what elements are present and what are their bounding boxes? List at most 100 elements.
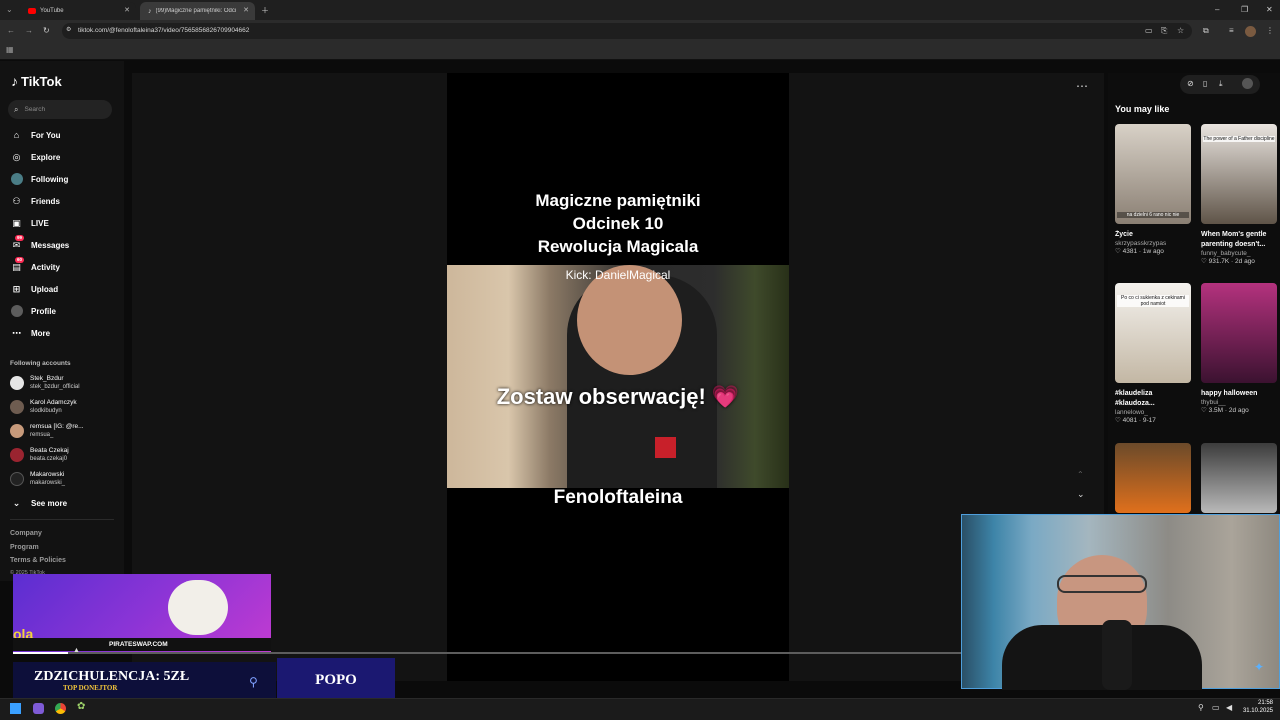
minimize-icon[interactable]: – bbox=[1215, 5, 1219, 14]
footer-program[interactable]: Program bbox=[10, 544, 39, 551]
nav-for-you[interactable]: ⌂ For You bbox=[10, 126, 61, 144]
recommended-video-thumbnail[interactable]: na dzielni 6 rano nic nie bbox=[1115, 124, 1191, 224]
nav-label: Explore bbox=[31, 152, 61, 162]
menu-kebab-icon[interactable]: ⋮ bbox=[1266, 26, 1274, 35]
maximize-icon[interactable]: ❐ bbox=[1241, 5, 1248, 14]
avatar bbox=[10, 424, 24, 438]
forward-icon[interactable]: → bbox=[25, 26, 33, 35]
footer-company[interactable]: Company bbox=[10, 530, 42, 537]
nav-live[interactable]: ▣ LIVE bbox=[10, 214, 49, 232]
profile-avatar-icon[interactable] bbox=[1242, 78, 1253, 89]
footer-terms[interactable]: Terms & Policies bbox=[10, 557, 66, 564]
back-icon[interactable]: ← bbox=[7, 26, 15, 35]
tab-tiktok[interactable]: ♪ (99)Magiczne pamiętniki: Odci ✕ bbox=[140, 2, 255, 20]
recommended-video-meta[interactable]: happy halloween thybui__ ♡ 3.5M · 2d ago bbox=[1201, 389, 1277, 414]
chevron-up-icon[interactable]: ⌃ bbox=[1077, 470, 1084, 479]
site-info-icon[interactable]: ⚙ bbox=[66, 26, 71, 33]
likes-count: 4081 bbox=[1122, 417, 1138, 424]
recommended-video-meta[interactable]: When Mom's gentle parenting doesn't... fu… bbox=[1201, 230, 1277, 265]
app-icon[interactable]: ✿ bbox=[77, 701, 85, 712]
following-account[interactable]: Stek_Bzdur stek_bzdur_official bbox=[10, 371, 80, 395]
clock-time[interactable]: 21:58 bbox=[1241, 700, 1273, 706]
clock-date[interactable]: 31.10.2025 bbox=[1231, 708, 1273, 714]
new-tab-icon[interactable]: ＋ bbox=[261, 5, 269, 16]
recommended-video-thumbnail[interactable]: Po co ci sukienka z cekinami pod namiot bbox=[1115, 283, 1191, 383]
display-tray-icon[interactable]: ▭ bbox=[1212, 703, 1220, 712]
popo-text: POPO bbox=[315, 672, 357, 688]
nav-activity[interactable]: ▤ 60 Activity bbox=[10, 256, 60, 276]
following-accounts-header: Following accounts bbox=[10, 360, 71, 367]
likes-count: 931.7K bbox=[1208, 258, 1230, 265]
nav-following[interactable]: Following bbox=[10, 170, 68, 188]
following-account[interactable]: Makarowski makarowski_ bbox=[10, 467, 65, 491]
heart-icon: ♡ bbox=[1201, 407, 1207, 414]
following-account[interactable]: Beata Czekaj beata.czekaj0 bbox=[10, 443, 69, 467]
shirt-logo bbox=[655, 437, 676, 458]
recommended-video-thumbnail[interactable] bbox=[1115, 443, 1191, 513]
extensions-icon[interactable]: ⧉ bbox=[1203, 26, 1209, 36]
following-account[interactable]: remsua [IG: @re... remsua_ bbox=[10, 419, 84, 443]
download-icon[interactable]: ⤓ bbox=[1219, 79, 1223, 89]
recommended-stats: ♡ 3.5M · 2d ago bbox=[1201, 407, 1249, 414]
recommended-stats: ♡ 4081 · 9-17 bbox=[1115, 417, 1156, 424]
posted-age: 1w ago bbox=[1142, 248, 1164, 255]
recommended-video-meta[interactable]: #klaudeliza #klaudoza... lannelowo_ ♡ 4081… bbox=[1115, 389, 1191, 424]
chrome-icon[interactable] bbox=[55, 703, 66, 714]
account-handle: stek_bzdur_official bbox=[30, 384, 80, 390]
tab-close-icon[interactable]: ✕ bbox=[243, 6, 249, 14]
app-icon[interactable] bbox=[33, 703, 44, 714]
mascot bbox=[168, 580, 228, 635]
recommended-title: Życie bbox=[1115, 231, 1133, 238]
profile-avatar-icon[interactable] bbox=[1245, 26, 1256, 37]
likes-count: 3.5M bbox=[1208, 407, 1224, 414]
autoscroll-icon[interactable]: ⊘ bbox=[1187, 79, 1194, 88]
sidebar-divider bbox=[10, 519, 114, 520]
search-input[interactable]: ⌕ Search bbox=[8, 100, 112, 119]
home-icon: ⌂ bbox=[13, 130, 20, 140]
windows-start-icon[interactable] bbox=[10, 703, 21, 714]
tiktok-logo[interactable]: ♪ TikTok bbox=[11, 73, 62, 89]
nav-profile[interactable]: Profile bbox=[10, 302, 56, 320]
account-name: Stek_Bzdur bbox=[30, 375, 64, 382]
see-more-label: See more bbox=[31, 498, 68, 508]
chevron-down-icon[interactable]: ⌄ bbox=[1077, 489, 1085, 500]
video-progress-track[interactable] bbox=[13, 652, 961, 654]
account-handle: slodkibudyn bbox=[30, 408, 62, 414]
see-more-button[interactable]: ⌄ See more bbox=[10, 494, 67, 512]
account-name: remsua [IG: @re... bbox=[30, 423, 84, 430]
close-window-icon[interactable]: ✕ bbox=[1266, 5, 1273, 14]
bookmark-star-icon[interactable]: ☆ bbox=[1177, 26, 1184, 35]
nav-upload[interactable]: ⊞ Upload bbox=[10, 280, 58, 298]
nav-explore[interactable]: ◎ Explore bbox=[10, 148, 61, 166]
video-overlay-text: Zostaw obserwację! 💗 bbox=[496, 384, 740, 409]
phone-icon[interactable]: ▯ bbox=[1203, 79, 1207, 88]
recommended-video-thumbnail[interactable]: The power of a Father discipline bbox=[1201, 124, 1277, 224]
tab-tiktok-title: (99)Magiczne pamiętniki: Odci bbox=[155, 8, 237, 14]
activity-icon: ▤ 60 bbox=[12, 256, 25, 272]
apps-grid-icon[interactable]: ▦ bbox=[6, 45, 14, 54]
following-avatar-icon bbox=[10, 173, 23, 186]
media-icon[interactable]: ≡ bbox=[1229, 26, 1234, 35]
sponsor-domain: PIRATESWAP.COM bbox=[109, 641, 168, 648]
following-account[interactable]: Karol Adamczyk slodkibudyn bbox=[10, 395, 77, 419]
translate-icon[interactable]: ⎘ bbox=[1161, 26, 1167, 36]
tab-search-icon[interactable]: ⌄ bbox=[6, 5, 13, 14]
more-options-icon[interactable]: ⋯ bbox=[1076, 79, 1088, 93]
tab-youtube[interactable]: YouTube ✕ bbox=[20, 2, 136, 20]
mic-tray-icon[interactable]: ⚲ bbox=[1198, 703, 1204, 712]
nav-friends[interactable]: ⚇ Friends bbox=[10, 192, 59, 210]
cast-icon[interactable]: ▭ bbox=[1145, 26, 1153, 35]
recommended-video-thumbnail[interactable] bbox=[1201, 283, 1277, 383]
nav-more[interactable]: ⋯ More bbox=[10, 324, 50, 342]
profile-avatar-icon bbox=[10, 305, 23, 318]
reload-icon[interactable]: ↻ bbox=[43, 26, 50, 35]
nav-messages[interactable]: ✉ 99 Messages bbox=[10, 234, 69, 254]
streamer-webcam: ✦ bbox=[961, 514, 1280, 690]
compass-icon: ◎ bbox=[12, 151, 21, 162]
you-may-like-header: You may like bbox=[1115, 104, 1170, 114]
recommended-video-meta[interactable]: Życie skrzypasskrzypas ♡ 4381 · 1w ago bbox=[1115, 230, 1191, 255]
address-bar[interactable]: tiktok.com/@fenoloftaleina37/video/75658… bbox=[62, 23, 1192, 39]
tab-close-icon[interactable]: ✕ bbox=[124, 6, 130, 14]
activity-badge: 60 bbox=[15, 256, 25, 263]
recommended-video-thumbnail[interactable] bbox=[1201, 443, 1277, 513]
